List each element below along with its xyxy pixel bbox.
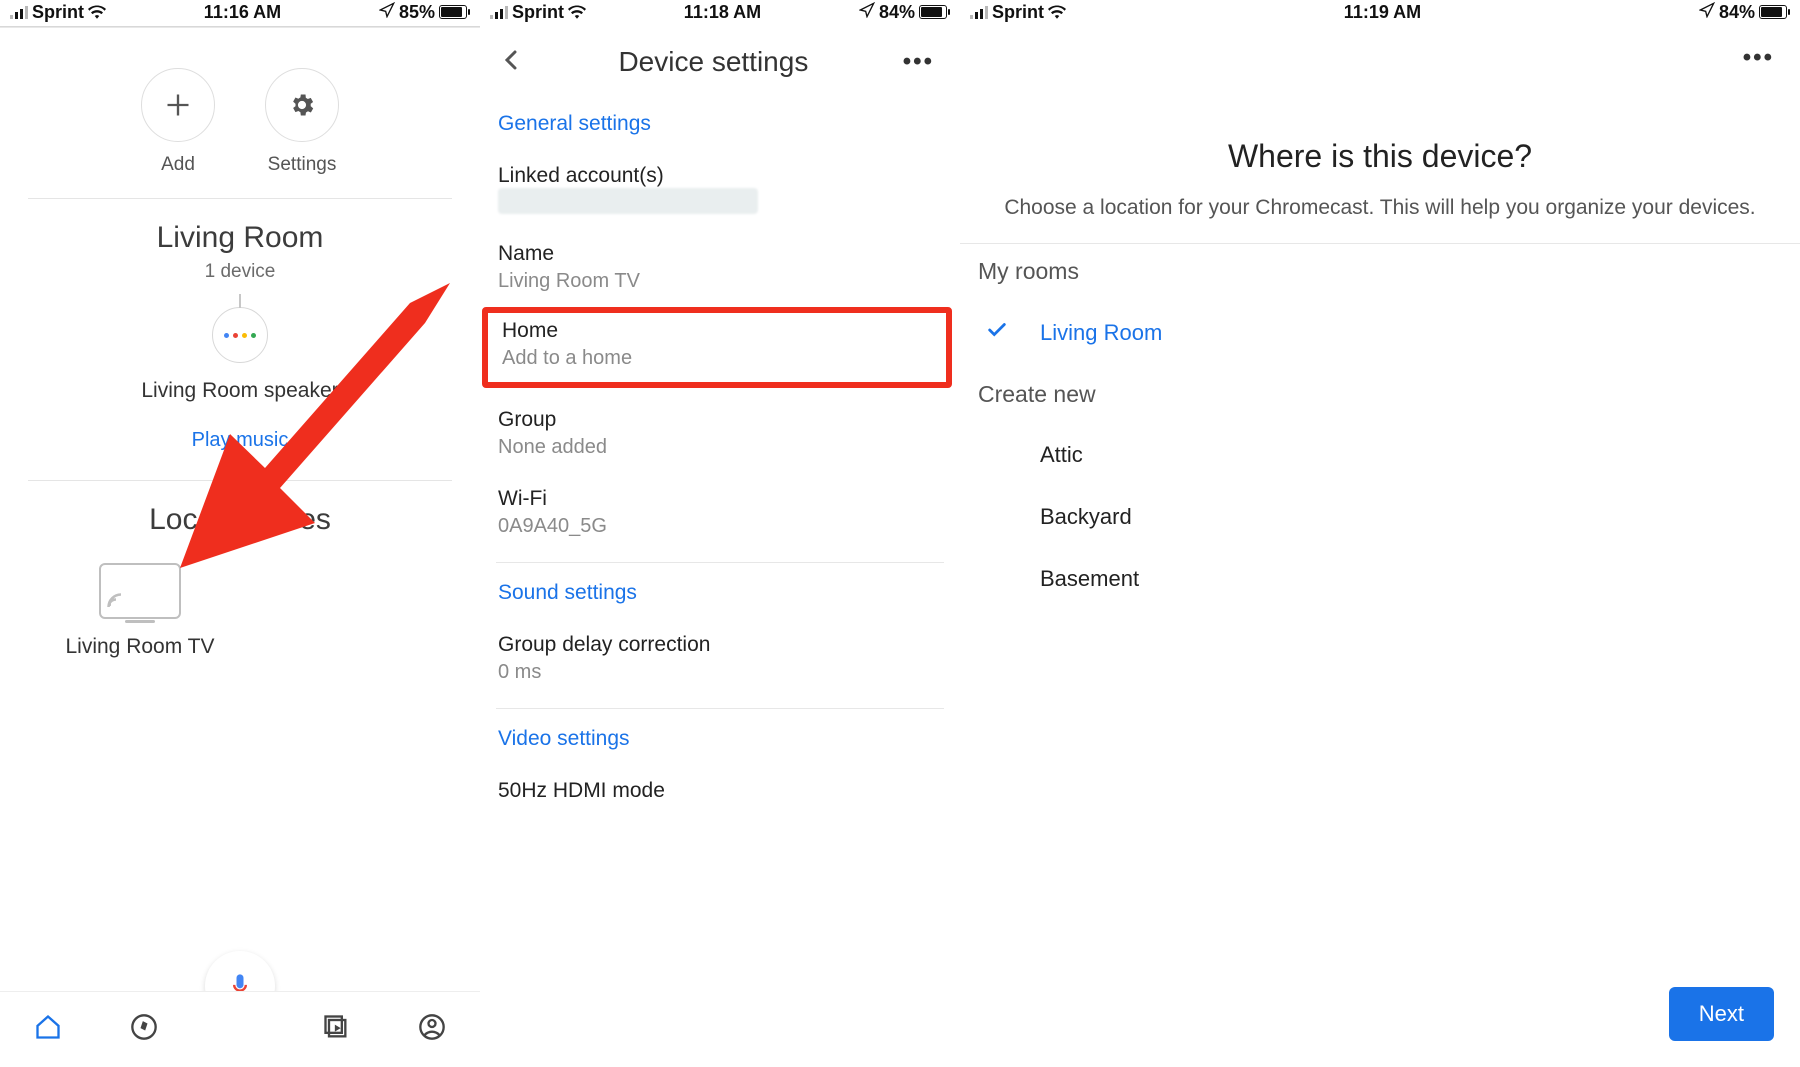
row-hdmi-50[interactable]: 50Hz HDMI mode [496, 769, 944, 821]
play-music-link[interactable]: Play music [0, 429, 480, 452]
wifi-icon [1048, 5, 1066, 19]
carrier-label: Sprint [512, 2, 564, 23]
next-button[interactable]: Next [1669, 987, 1774, 1041]
screen-home: Sprint 11:16 AM 85% Add [0, 0, 480, 1067]
room-name: Backyard [1040, 504, 1132, 530]
group-delay-value: 0 ms [498, 661, 942, 684]
check-icon [986, 319, 1010, 347]
location-icon [379, 2, 395, 23]
home-icon [34, 1013, 62, 1041]
gear-icon [265, 68, 339, 142]
compass-icon [130, 1013, 158, 1041]
carrier-label: Sprint [32, 2, 84, 23]
signal-icon [490, 5, 508, 19]
local-devices-title: Local devices [0, 503, 480, 537]
chevron-left-icon [500, 48, 524, 72]
row-group[interactable]: Group None added [496, 398, 944, 477]
row-wifi[interactable]: Wi-Fi 0A9A40_5G [496, 477, 944, 556]
group-label: Group [498, 408, 942, 432]
settings-label: Settings [268, 154, 337, 176]
row-name[interactable]: Name Living Room TV [496, 232, 944, 311]
room-option-living-room[interactable]: Living Room [978, 303, 1782, 367]
video-settings-heading: Video settings [496, 723, 944, 769]
chromecast-icon [99, 563, 181, 619]
battery-label: 84% [879, 2, 915, 23]
media-icon [322, 1013, 350, 1041]
more-button[interactable]: ••• [903, 48, 934, 76]
more-icon: ••• [1743, 44, 1774, 71]
tv-device[interactable]: Living Room TV [60, 563, 220, 659]
settings-button[interactable]: Settings [265, 68, 339, 176]
location-icon [859, 2, 875, 23]
signal-icon [970, 5, 988, 19]
clock-label: 11:16 AM [204, 2, 281, 23]
my-rooms-label: My rooms [978, 244, 1782, 303]
local-devices-section: Local devices Living Room TV [0, 503, 480, 659]
room-option-attic[interactable]: Attic [978, 426, 1782, 488]
hdmi-50-label: 50Hz HDMI mode [498, 779, 942, 803]
nav-account[interactable] [418, 1013, 446, 1046]
battery-icon [1759, 5, 1790, 19]
room-name: Attic [1040, 442, 1083, 468]
row-group-delay[interactable]: Group delay correction 0 ms [496, 623, 944, 702]
room-section: Living Room 1 device Living Room speaker… [0, 221, 480, 452]
sound-settings-heading: Sound settings [496, 577, 944, 623]
screen-device-settings: Sprint 11:18 AM 84% Device settings ••• [480, 0, 960, 1067]
add-label: Add [161, 154, 195, 176]
add-button[interactable]: Add [141, 68, 215, 176]
status-bar: Sprint 11:18 AM 84% [480, 0, 960, 26]
google-home-icon [212, 307, 268, 363]
room-title: Living Room [0, 221, 480, 255]
plus-icon [141, 68, 215, 142]
question-title: Where is this device? [990, 138, 1770, 175]
speaker-device[interactable]: Living Room speaker Play music [0, 307, 480, 452]
room-subtitle: 1 device [0, 261, 480, 283]
page-title: Device settings [618, 46, 808, 78]
name-label: Name [498, 242, 942, 266]
linked-accounts-label: Linked account(s) [498, 164, 942, 188]
room-option-backyard[interactable]: Backyard [978, 488, 1782, 550]
more-button[interactable]: ••• [1743, 44, 1774, 72]
carrier-label: Sprint [992, 2, 1044, 23]
wifi-label: Wi-Fi [498, 487, 942, 511]
wifi-icon [88, 5, 106, 19]
account-icon [418, 1013, 446, 1041]
room-name: Living Room [1040, 320, 1162, 346]
row-linked-accounts[interactable]: Linked account(s) [496, 154, 944, 232]
battery-icon [439, 5, 470, 19]
location-icon [1699, 2, 1715, 23]
linked-accounts-value-redacted [498, 188, 758, 214]
general-settings-heading: General settings [496, 108, 944, 154]
clock-label: 11:18 AM [684, 2, 761, 23]
battery-label: 84% [1719, 2, 1755, 23]
row-home[interactable]: Home Add to a home [502, 319, 938, 370]
question-subtitle: Choose a location for your Chromecast. T… [990, 193, 1770, 223]
group-value: None added [498, 436, 942, 459]
status-bar: Sprint 11:16 AM 85% [0, 0, 480, 26]
more-icon: ••• [903, 48, 934, 75]
battery-label: 85% [399, 2, 435, 23]
annotation-highlight: Home Add to a home [482, 307, 952, 388]
signal-icon [10, 5, 28, 19]
battery-icon [919, 5, 950, 19]
group-delay-label: Group delay correction [498, 633, 942, 657]
home-value: Add to a home [502, 347, 938, 370]
create-new-label: Create new [978, 367, 1782, 426]
back-button[interactable] [500, 48, 524, 77]
speaker-name: Living Room speaker [0, 379, 480, 403]
nav-home[interactable] [34, 1013, 62, 1046]
status-bar: Sprint 11:19 AM 84% [960, 0, 1800, 26]
wifi-icon [568, 5, 586, 19]
room-option-basement[interactable]: Basement [978, 550, 1782, 612]
screen-choose-location: Sprint 11:19 AM 84% ••• Where is this de… [960, 0, 1800, 1067]
nav-discover[interactable] [130, 1013, 158, 1046]
tv-name: Living Room TV [60, 635, 220, 659]
room-name: Basement [1040, 566, 1139, 592]
bottom-nav [0, 991, 480, 1067]
name-value: Living Room TV [498, 270, 942, 293]
nav-media[interactable] [322, 1013, 350, 1046]
clock-label: 11:19 AM [1344, 2, 1421, 23]
home-label: Home [502, 319, 938, 343]
wifi-value: 0A9A40_5G [498, 515, 942, 538]
